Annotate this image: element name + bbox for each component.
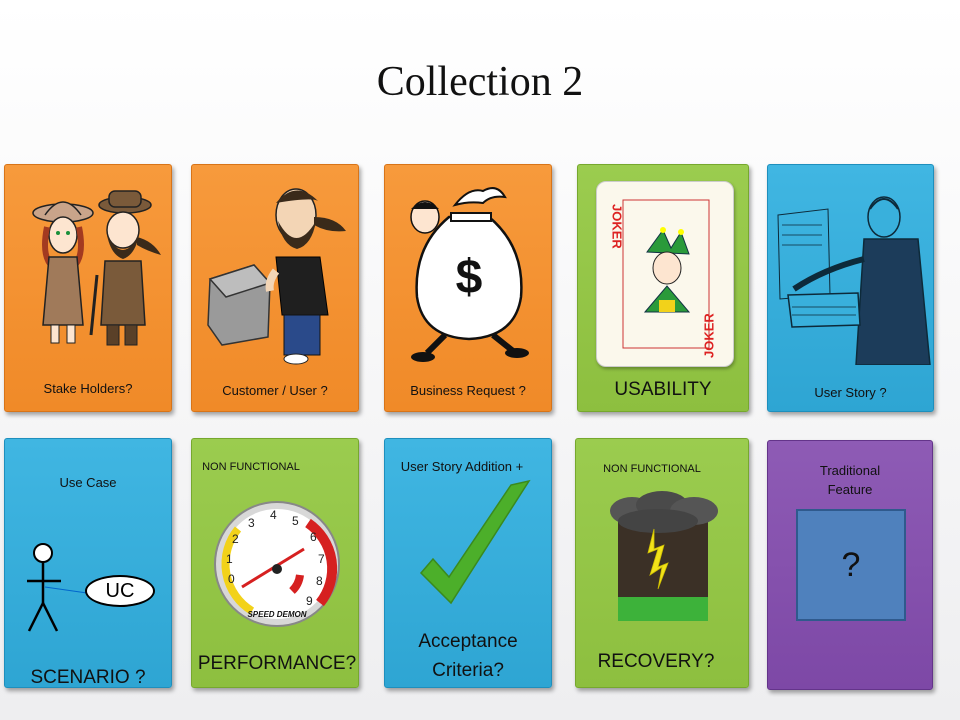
card-label: Use Case — [59, 475, 117, 490]
card-bottom-label: PERFORMANCE? — [197, 653, 357, 674]
card-customer[interactable]: Customer / User ? — [191, 164, 359, 412]
speedometer-icon: 0 1 2 3 4 5 6 7 8 9 SPEED DEMON — [214, 501, 340, 627]
gauge-tick: 4 — [270, 508, 277, 522]
uc-bubble-text: UC — [105, 579, 135, 602]
card-label: Customer / User ? — [222, 383, 328, 398]
gauge-tick: 0 — [228, 572, 235, 586]
customer-illustration — [207, 188, 346, 365]
card-usecase[interactable]: Use Case UC SCENARIO ? — [4, 438, 172, 688]
gauge-tick: 9 — [306, 594, 313, 608]
card-line1: Traditional — [819, 463, 881, 478]
dollar-sign-icon: $ — [456, 251, 483, 304]
question-box: ? — [796, 509, 906, 621]
card-label: Business Request ? — [410, 383, 526, 398]
card-header: NON FUNCTIONAL — [603, 463, 701, 475]
slide-title: Collection 2 — [376, 59, 584, 105]
card-header: User Story Addition + — [400, 459, 524, 474]
card-business[interactable]: $ Business Request ? — [384, 164, 552, 412]
card-label: User Story ? — [814, 385, 887, 400]
card-recovery[interactable]: NON FUNCTIONAL RECOVERY? — [575, 438, 749, 688]
card-bottom-line2: Criteria? — [432, 660, 504, 681]
speaker-illustration — [777, 196, 931, 365]
card-bottom-label: RECOVERY? — [597, 651, 715, 672]
svg-text:JOKER: JOKER — [610, 204, 625, 249]
card-bottom-label: SCENARIO ? — [30, 667, 146, 688]
card-stakeholders[interactable]: Stake Holders? — [4, 164, 172, 412]
joker-card: JOKER JOKER — [596, 181, 734, 367]
uc-bubble: UC — [85, 575, 155, 607]
card-header: NON FUNCTIONAL — [202, 461, 300, 473]
card-line2: Feature — [827, 482, 873, 497]
card-label: USABILITY — [614, 379, 712, 400]
card-usability[interactable]: JOKER JOKER USABILITY — [577, 164, 749, 412]
gauge-tick: 7 — [318, 552, 325, 566]
gauge-tick: 8 — [316, 574, 323, 588]
card-userstory[interactable]: User Story ? — [767, 164, 934, 412]
svg-text:JOKER: JOKER — [702, 313, 717, 358]
gauge-brand: SPEED DEMON — [247, 610, 306, 619]
gauge-tick: 6 — [310, 530, 317, 544]
card-bottom-line1: Acceptance — [418, 631, 518, 652]
money-bag-illustration: $ — [410, 187, 529, 362]
gauge-tick: 5 — [292, 514, 299, 528]
gauge-tick: 3 — [248, 516, 255, 530]
card-performance[interactable]: NON FUNCTIONAL 0 1 2 3 4 5 6 7 8 9 SPEED… — [191, 438, 359, 688]
card-label: Stake Holders? — [43, 381, 133, 396]
card-acceptance[interactable]: User Story Addition + Acceptance Criteri… — [384, 438, 552, 688]
storm-icon — [610, 491, 718, 621]
gauge-tick: 1 — [226, 552, 233, 566]
stakeholders-illustration — [32, 190, 161, 346]
gauge-tick: 2 — [232, 532, 239, 546]
question-mark: ? — [841, 545, 861, 584]
checkmark-icon — [419, 479, 531, 605]
card-traditional[interactable]: Traditional Feature ? — [767, 440, 933, 690]
